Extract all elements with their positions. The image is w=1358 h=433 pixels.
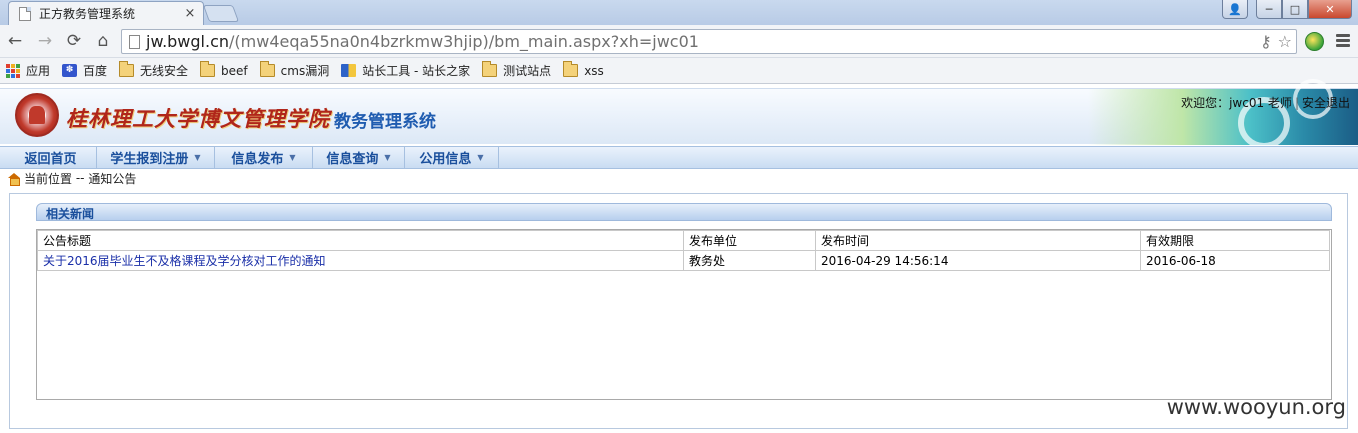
bookmark-label: cms漏洞 bbox=[280, 64, 330, 78]
news-table: 公告标题 发布单位 发布时间 有效期限 关于2016届毕业生不及格课程及学分核对… bbox=[37, 230, 1330, 271]
menu-public-info[interactable]: 公用信息 ▼ bbox=[405, 147, 499, 168]
bookmarks-bar: 应用 ✽ 百度 无线安全 beef cms漏洞 站长工具 - 站长之家 测试站点… bbox=[0, 58, 1358, 84]
menu-info-query[interactable]: 信息查询 ▼ bbox=[313, 147, 405, 168]
breadcrumb-sep: -- bbox=[72, 171, 89, 185]
bookmark-label: 无线安全 bbox=[140, 64, 189, 78]
window-controls: 👤 ─ □ ✕ bbox=[1222, 0, 1352, 19]
breadcrumb: 当前位置 -- 通知公告 bbox=[8, 169, 136, 187]
menu-label: 学生报到注册 bbox=[110, 152, 189, 167]
bookmark-apps[interactable]: 应用 bbox=[6, 62, 50, 79]
browser-toolbar: ← → ⟳ ⌂ jw.bwgl.cn /(mw4eqa55na0n4bzrkmw… bbox=[0, 25, 1358, 58]
close-window-button[interactable]: ✕ bbox=[1308, 0, 1352, 19]
home-icon bbox=[8, 172, 20, 186]
chinaz-icon bbox=[341, 64, 357, 77]
news-panel: 相关新闻 公告标题 发布单位 发布时间 有效期限 关于2016届毕业生不及格课程… bbox=[9, 193, 1348, 429]
dropdown-caret-icon: ▼ bbox=[477, 153, 484, 162]
notice-title-link[interactable]: 关于2016届毕业生不及格课程及学分核对工作的通知 bbox=[37, 250, 684, 271]
news-grid: 公告标题 发布单位 发布时间 有效期限 关于2016届毕业生不及格课程及学分核对… bbox=[36, 229, 1332, 400]
dropdown-caret-icon: ▼ bbox=[289, 153, 296, 162]
folder-icon bbox=[482, 61, 498, 77]
bookmark-label: 百度 bbox=[83, 64, 108, 78]
back-arrow-icon[interactable]: ← bbox=[4, 30, 26, 52]
url-host: jw.bwgl.cn bbox=[146, 32, 230, 51]
folder-icon bbox=[200, 61, 216, 77]
reload-icon[interactable]: ⟳ bbox=[63, 30, 85, 52]
bookmark-label: 站长工具 - 站长之家 bbox=[362, 64, 471, 78]
folder-icon bbox=[259, 61, 275, 77]
bookmark-label: 测试站点 bbox=[503, 64, 552, 78]
notice-published: 2016-04-29 14:56:14 bbox=[815, 250, 1141, 271]
menu-label: 返回首页 bbox=[24, 152, 77, 167]
welcome-area: 欢迎您：jwc01 老师 | 安全退出 bbox=[1181, 94, 1350, 111]
column-header-title: 公告标题 bbox=[37, 230, 684, 251]
profile-icon[interactable]: 👤 bbox=[1222, 0, 1248, 19]
bookmark-label: xss bbox=[584, 63, 604, 78]
menu-student-registration[interactable]: 学生报到注册 ▼ bbox=[97, 147, 215, 168]
table-header-row: 公告标题 发布单位 发布时间 有效期限 bbox=[37, 230, 1330, 251]
browser-titlebar: 正方教务管理系统 × 👤 ─ □ ✕ bbox=[0, 0, 1358, 25]
menu-label: 公用信息 bbox=[419, 152, 472, 167]
new-tab-button[interactable] bbox=[202, 5, 240, 22]
site-header: 桂林理工大学博文管理学院 教务管理系统 欢迎您：jwc01 老师 | 安全退出 bbox=[0, 79, 1358, 149]
bookmark-star-icon[interactable]: ☆ bbox=[1278, 32, 1292, 51]
browser-tab[interactable]: 正方教务管理系统 × bbox=[8, 1, 204, 25]
dropdown-caret-icon: ▼ bbox=[384, 153, 391, 162]
menu-label: 信息查询 bbox=[326, 152, 379, 167]
baidu-paw-icon: ✽ bbox=[62, 64, 78, 77]
welcome-prefix: 欢迎您： bbox=[1181, 96, 1230, 110]
school-name: 桂林理工大学博文管理学院 bbox=[66, 106, 330, 131]
panel-header: 相关新闻 bbox=[36, 203, 1332, 221]
bookmark-chinaz[interactable]: 站长工具 - 站长之家 bbox=[341, 62, 470, 79]
column-header-unit: 发布单位 bbox=[683, 230, 816, 251]
bookmark-folder-test[interactable]: 测试站点 bbox=[482, 61, 552, 79]
column-header-expires: 有效期限 bbox=[1140, 230, 1330, 251]
breadcrumb-current: 通知公告 bbox=[88, 171, 137, 186]
tab-close-icon[interactable]: × bbox=[181, 6, 199, 21]
folder-icon bbox=[119, 61, 135, 77]
bookmark-folder-wireless[interactable]: 无线安全 bbox=[119, 61, 189, 79]
menu-label: 信息发布 bbox=[231, 152, 284, 167]
bookmark-baidu[interactable]: ✽ 百度 bbox=[62, 62, 107, 79]
notice-unit: 教务处 bbox=[683, 250, 816, 271]
menu-info-publish[interactable]: 信息发布 ▼ bbox=[215, 147, 313, 168]
minimize-button[interactable]: ─ bbox=[1256, 0, 1282, 19]
separator: | bbox=[1294, 96, 1299, 110]
user-name: jwc01 老师 bbox=[1229, 96, 1292, 110]
bookmark-folder-cms[interactable]: cms漏洞 bbox=[259, 61, 330, 79]
panel-title: 相关新闻 bbox=[46, 207, 95, 221]
apps-grid-icon bbox=[6, 63, 20, 78]
home-icon[interactable]: ⌂ bbox=[92, 30, 114, 52]
folder-icon bbox=[563, 61, 579, 77]
main-menu: 返回首页 学生报到注册 ▼ 信息发布 ▼ 信息查询 ▼ 公用信息 ▼ bbox=[0, 146, 1358, 169]
page-icon bbox=[129, 34, 140, 49]
browser-menu-icon[interactable] bbox=[1336, 34, 1350, 49]
url-path: /(mw4eqa55na0n4bzrkmw3hjip)/bm_main.aspx… bbox=[229, 32, 699, 51]
logout-link[interactable]: 安全退出 bbox=[1302, 96, 1350, 110]
maximize-button[interactable]: □ bbox=[1282, 0, 1308, 19]
watermark-text: www.wooyun.org bbox=[1166, 395, 1346, 419]
breadcrumb-prefix: 当前位置 bbox=[24, 171, 73, 186]
bookmark-folder-xss[interactable]: xss bbox=[563, 61, 604, 78]
web-page: 桂林理工大学博文管理学院 教务管理系统 欢迎您：jwc01 老师 | 安全退出 返回… bbox=[0, 79, 1358, 433]
page-favicon-icon bbox=[19, 6, 31, 21]
dropdown-caret-icon: ▼ bbox=[194, 153, 201, 162]
address-bar[interactable]: jw.bwgl.cn /(mw4eqa55na0n4bzrkmw3hjip)/b… bbox=[121, 29, 1297, 54]
bookmark-folder-beef[interactable]: beef bbox=[200, 61, 248, 78]
key-icon[interactable]: ⚷ bbox=[1260, 32, 1272, 51]
menu-home[interactable]: 返回首页 bbox=[5, 147, 97, 168]
system-name: 教务管理系统 bbox=[334, 112, 436, 132]
forward-arrow-icon[interactable]: → bbox=[34, 30, 56, 52]
tab-title: 正方教务管理系统 bbox=[39, 7, 136, 21]
bookmark-label: 应用 bbox=[26, 64, 51, 78]
notice-expires: 2016-06-18 bbox=[1140, 250, 1330, 271]
column-header-published: 发布时间 bbox=[815, 230, 1141, 251]
bookmark-label: beef bbox=[221, 63, 248, 78]
table-row: 关于2016届毕业生不及格课程及学分核对工作的通知 教务处 2016-04-29… bbox=[37, 250, 1330, 271]
extension-icon[interactable] bbox=[1305, 32, 1324, 51]
school-logo-icon bbox=[15, 93, 59, 137]
